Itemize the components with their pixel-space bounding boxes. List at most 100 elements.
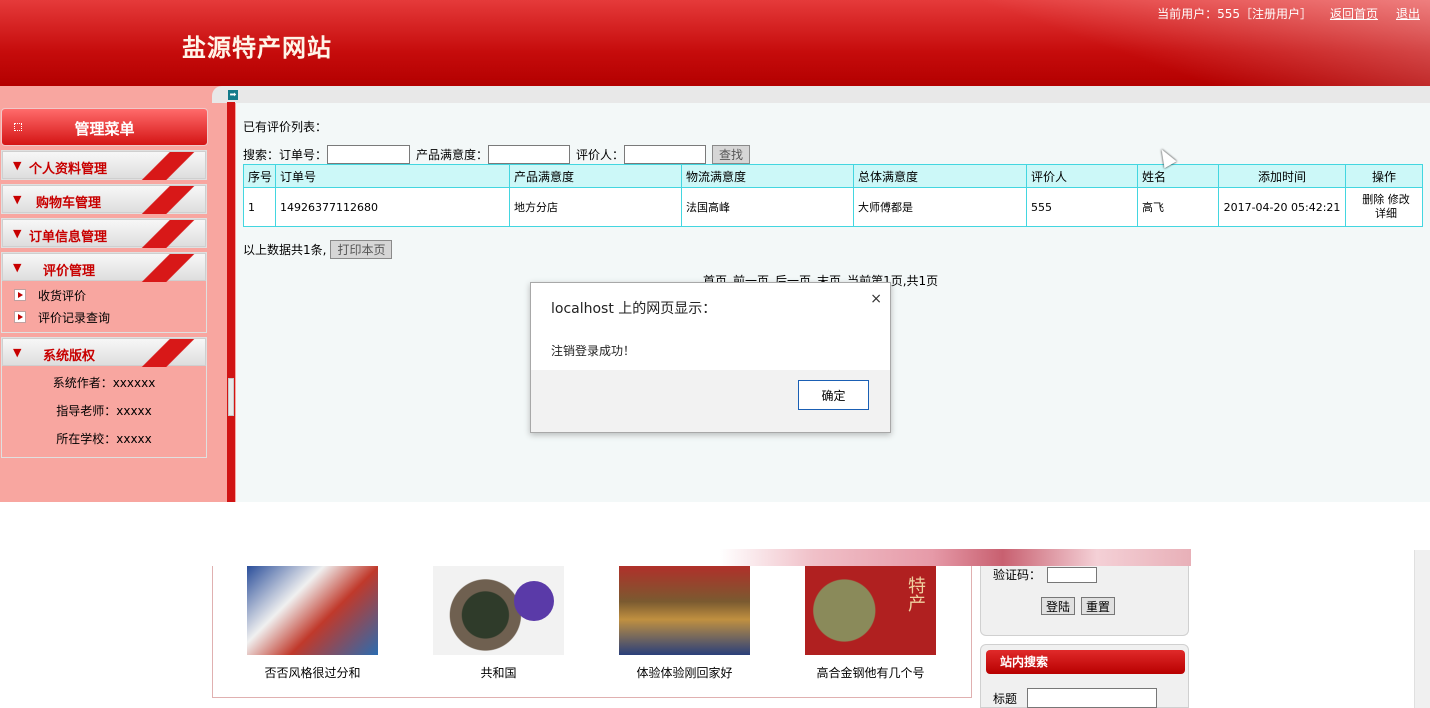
- sidebar-item-cart[interactable]: ▼ 购物车管理: [2, 185, 206, 214]
- dialog-title: localhost 上的网页显示：: [551, 301, 717, 317]
- content-top-bar: ➡: [212, 86, 1430, 103]
- site-search-row: 标题: [993, 688, 1158, 708]
- product-image[interactable]: [247, 566, 378, 655]
- col-header: 姓名: [1137, 164, 1219, 188]
- col-header: 总体满意度: [853, 164, 1027, 188]
- table-summary: 以上数据共1条, 打印本页: [243, 240, 393, 259]
- sidebar-group-reviews: ▼ 评价管理 收货评价 评价记录查询: [1, 252, 207, 333]
- col-header: 序号: [243, 164, 276, 188]
- credit-author: 系统作者：xxxxxx: [52, 376, 156, 390]
- product-satisfaction-input[interactable]: [488, 145, 571, 164]
- list-title: 已有评价列表：: [243, 120, 328, 134]
- cell-time: 2017-04-20 05:42:21: [1218, 187, 1346, 227]
- site-search-panel: 站内搜索 标题: [980, 644, 1189, 708]
- sidebar-group-body: 系统作者：xxxxxx 指导老师：xxxxx 所在学校：xxxxx: [2, 366, 206, 457]
- logout-link[interactable]: 退出: [1396, 5, 1420, 22]
- triangle-down-icon: ▼: [13, 159, 22, 172]
- detail-link[interactable]: 详细: [1375, 207, 1397, 220]
- cell-product: 地方分店: [509, 187, 682, 227]
- triangle-down-icon: ▼: [13, 261, 22, 274]
- home-link[interactable]: 返回首页: [1330, 5, 1378, 22]
- ok-button[interactable]: 确定: [798, 380, 869, 410]
- cell-actions: 删除 修改 详细: [1345, 187, 1423, 227]
- captcha-row: 验证码：: [993, 566, 1098, 583]
- user-bar: 当前用户：555［注册用户］ 返回首页 退出: [1157, 5, 1420, 22]
- print-button[interactable]: 打印本页: [330, 240, 393, 259]
- product-card[interactable]: 高合金钢他有几个号: [805, 566, 936, 681]
- reset-button[interactable]: 重置: [1081, 597, 1116, 615]
- cell-order-no: 14926377112680: [275, 187, 510, 227]
- sidebar-group-label: 订单信息管理: [29, 230, 108, 245]
- product-caption[interactable]: 否否风格很过分和: [247, 664, 378, 681]
- sidebar-item-copyright[interactable]: ▼ 系统版权: [2, 338, 206, 367]
- login-buttons: 登陆 重置: [1041, 597, 1116, 615]
- product-image[interactable]: [619, 566, 750, 655]
- sidebar-group-profile: ▼ 个人资料管理: [1, 150, 207, 180]
- sidebar-group-copyright: ▼ 系统版权 系统作者：xxxxxx 指导老师：xxxxx 所在学校：xxxxx: [1, 337, 207, 458]
- title-search-input[interactable]: [1027, 688, 1158, 708]
- product-card[interactable]: 否否风格很过分和: [247, 566, 378, 681]
- arrow-right-icon: [14, 289, 26, 301]
- dialog-footer: 确定: [531, 370, 890, 432]
- triangle-down-icon: ▼: [13, 193, 22, 206]
- product-image[interactable]: [805, 566, 936, 655]
- search-button[interactable]: 查找: [712, 145, 751, 164]
- product-card[interactable]: 共和国: [433, 566, 564, 681]
- captcha-input[interactable]: [1047, 566, 1098, 583]
- table-header-row: 序号 订单号 产品满意度 物流满意度 总体满意度 评价人 姓名 添加时间 操作: [243, 164, 1423, 188]
- delete-link[interactable]: 删除: [1362, 193, 1384, 206]
- record-count: 以上数据共1条,: [243, 243, 327, 257]
- sub-item-label: 评价记录查询: [38, 310, 111, 325]
- col-header: 产品满意度: [509, 164, 682, 188]
- sidebar-item-orders[interactable]: ▼ 订单信息管理: [2, 219, 206, 248]
- search-reviewer-label: 评价人：: [576, 148, 625, 162]
- arrow-right-icon: [14, 311, 26, 323]
- sidebar-toggle-handle[interactable]: [228, 378, 234, 416]
- product-caption[interactable]: 高合金钢他有几个号: [805, 664, 936, 681]
- close-icon[interactable]: ×: [870, 291, 882, 307]
- triangle-down-icon: ▼: [13, 227, 22, 240]
- table-row: 1 14926377112680 地方分店 法国高峰 大师傅都是 555 高飞 …: [243, 187, 1423, 227]
- login-button[interactable]: 登陆: [1041, 597, 1076, 615]
- search-product-label: 产品满意度：: [416, 148, 489, 162]
- current-user-label: 当前用户：555［注册用户］: [1157, 7, 1312, 21]
- sidebar: 管理菜单 ▼ 个人资料管理 ▼ 购物车管理 ▼ 订单信息管理 ▼ 评价管理 收货…: [0, 108, 210, 458]
- sidebar-item-reviews[interactable]: ▼ 评价管理: [2, 253, 206, 282]
- page-scrollbar[interactable]: [1414, 550, 1430, 708]
- sidebar-group-orders: ▼ 订单信息管理: [1, 218, 207, 248]
- sidebar-item-profile[interactable]: ▼ 个人资料管理: [2, 151, 206, 180]
- arrow-right-icon[interactable]: ➡: [228, 90, 238, 100]
- login-panel: 验证码： 登陆 重置: [980, 566, 1189, 636]
- product-card[interactable]: 体验体验刚回家好: [619, 566, 750, 681]
- product-grid: 否否风格很过分和 共和国 体验体验刚回家好 高合金钢他有几个号: [212, 566, 972, 698]
- page-root: 盐源特产网站 当前用户：555［注册用户］ 返回首页 退出 ➡ 管理菜单 ▼ 个…: [0, 0, 1430, 708]
- sidebar-group-label: 评价管理: [43, 264, 96, 279]
- sub-item-label: 收货评价: [38, 288, 87, 303]
- alert-dialog: localhost 上的网页显示： × 注销登录成功！ 确定: [530, 282, 891, 433]
- product-image[interactable]: [433, 566, 564, 655]
- sidebar-divider: [227, 102, 235, 502]
- search-bar: 搜索：订单号： 产品满意度： 评价人： 查找: [243, 145, 751, 164]
- sidebar-group-body: 收货评价 评价记录查询: [2, 281, 206, 332]
- credit-school: 所在学校：xxxxx: [56, 432, 152, 446]
- edit-link[interactable]: 修改: [1388, 193, 1410, 206]
- col-header: 添加时间: [1218, 164, 1346, 188]
- order-number-input[interactable]: [327, 145, 411, 164]
- col-header: 物流满意度: [681, 164, 854, 188]
- product-caption[interactable]: 共和国: [433, 664, 564, 681]
- reviewer-input[interactable]: [624, 145, 707, 164]
- sidebar-item-review-history[interactable]: 评价记录查询: [2, 306, 206, 328]
- sidebar-item-receive-review[interactable]: 收货评价: [2, 284, 206, 306]
- sidebar-group-label: 个人资料管理: [29, 162, 108, 177]
- credit-teacher: 指导老师：xxxxx: [56, 404, 152, 418]
- cell-index: 1: [243, 187, 276, 227]
- col-header: 评价人: [1026, 164, 1138, 188]
- dialog-message: 注销登录成功！: [551, 344, 636, 358]
- menu-title: 管理菜单: [74, 120, 135, 138]
- col-header: 操作: [1345, 164, 1423, 188]
- product-caption[interactable]: 体验体验刚回家好: [619, 664, 750, 681]
- sidebar-group-label: 购物车管理: [36, 196, 102, 211]
- triangle-down-icon: ▼: [13, 346, 22, 359]
- cell-reviewer: 555: [1026, 187, 1138, 227]
- captcha-label: 验证码：: [993, 568, 1042, 582]
